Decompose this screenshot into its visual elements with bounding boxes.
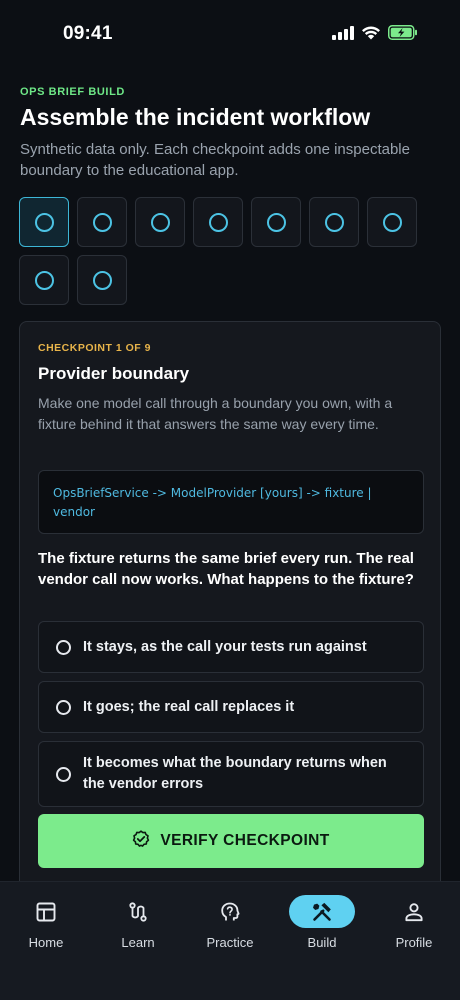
battery-charging-icon: [388, 25, 418, 40]
code-snippet: OpsBriefService -> ModelProvider [yours]…: [38, 470, 424, 534]
answer-option-label: It becomes what the boundary returns whe…: [83, 755, 387, 792]
checkpoint-step-1[interactable]: [19, 197, 69, 247]
checkpoint-step-9[interactable]: [77, 255, 127, 305]
checkpoint-step-7[interactable]: [367, 197, 417, 247]
nav-label-build: Build: [307, 935, 337, 950]
section-eyebrow: OPS BRIEF BUILD: [20, 86, 125, 98]
checkpoint-step-6[interactable]: [309, 197, 359, 247]
nav-item-home[interactable]: Home: [6, 895, 86, 955]
verify-checkpoint-button[interactable]: VERIFY CHECKPOINT: [38, 814, 424, 868]
bottom-navigation: Home Learn Practice Build Profile: [0, 881, 460, 1000]
nav-icon-container: [381, 895, 447, 928]
nav-label-home: Home: [28, 935, 64, 950]
radio-button[interactable]: [56, 699, 71, 715]
checkpoint-step-4[interactable]: [193, 197, 243, 247]
wifi-icon: [361, 25, 381, 40]
tools-icon: [313, 902, 331, 921]
check-badge-icon: [132, 829, 150, 853]
person-icon: [405, 902, 423, 921]
circle-outline-icon: [382, 212, 402, 232]
checkpoint-progress-grid: [19, 197, 439, 305]
nav-item-learn[interactable]: Learn: [98, 895, 178, 955]
quiz-question: The fixture returns the same brief every…: [38, 550, 414, 588]
status-time: 09:41: [63, 23, 113, 44]
checkpoint-step-5[interactable]: [251, 197, 301, 247]
radio-button[interactable]: [56, 639, 71, 655]
status-bar: 09:41: [0, 0, 460, 70]
checkpoint-card: CHECKPOINT 1 OF 9 Provider boundary Make…: [19, 321, 441, 921]
answer-option-2[interactable]: It goes; the real call replaces it: [38, 681, 424, 733]
path-icon: [129, 901, 147, 922]
nav-label-learn: Learn: [121, 935, 155, 950]
circle-outline-icon: [34, 270, 54, 290]
cellular-signal-icon: [332, 25, 354, 40]
nav-item-build[interactable]: Build: [282, 895, 362, 955]
nav-icon-container: [13, 895, 79, 928]
circle-outline-icon: [266, 212, 286, 232]
circle-outline-icon: [208, 212, 228, 232]
circle-outline-icon: [150, 212, 170, 232]
circle-outline-icon: [92, 270, 112, 290]
brain-icon: [221, 902, 240, 920]
checkpoint-step-2[interactable]: [77, 197, 127, 247]
answer-option-label: It goes; the real call replaces it: [83, 698, 295, 715]
nav-icon-container: [197, 895, 263, 928]
radio-button[interactable]: [56, 766, 71, 782]
circle-outline-icon: [34, 212, 54, 232]
circle-outline-icon: [324, 212, 344, 232]
nav-item-profile[interactable]: Profile: [374, 895, 454, 955]
checkpoint-description: Make one model call through a boundary y…: [38, 395, 393, 432]
page-subtitle: Synthetic data only. Each checkpoint add…: [20, 141, 410, 179]
nav-label-practice: Practice: [206, 935, 254, 950]
circle-outline-icon: [92, 212, 112, 232]
nav-item-practice[interactable]: Practice: [190, 895, 270, 955]
nav-label-profile: Profile: [395, 935, 433, 950]
checkpoint-step-8[interactable]: [19, 255, 69, 305]
answer-option-1[interactable]: It stays, as the call your tests run aga…: [38, 621, 424, 673]
home-icon: [36, 902, 56, 921]
answer-option-label: It stays, as the call your tests run aga…: [83, 638, 367, 655]
nav-icon-container: [289, 895, 355, 928]
verify-checkpoint-label: VERIFY CHECKPOINT: [160, 832, 330, 849]
answer-option-3[interactable]: It becomes what the boundary returns whe…: [38, 741, 424, 807]
checkpoint-counter: CHECKPOINT 1 OF 9: [38, 342, 151, 354]
page-title: Assemble the incident workflow: [20, 104, 371, 130]
checkpoint-title: Provider boundary: [38, 364, 190, 383]
nav-icon-container: [105, 895, 171, 928]
checkpoint-step-3[interactable]: [135, 197, 185, 247]
status-icons: [332, 25, 418, 40]
